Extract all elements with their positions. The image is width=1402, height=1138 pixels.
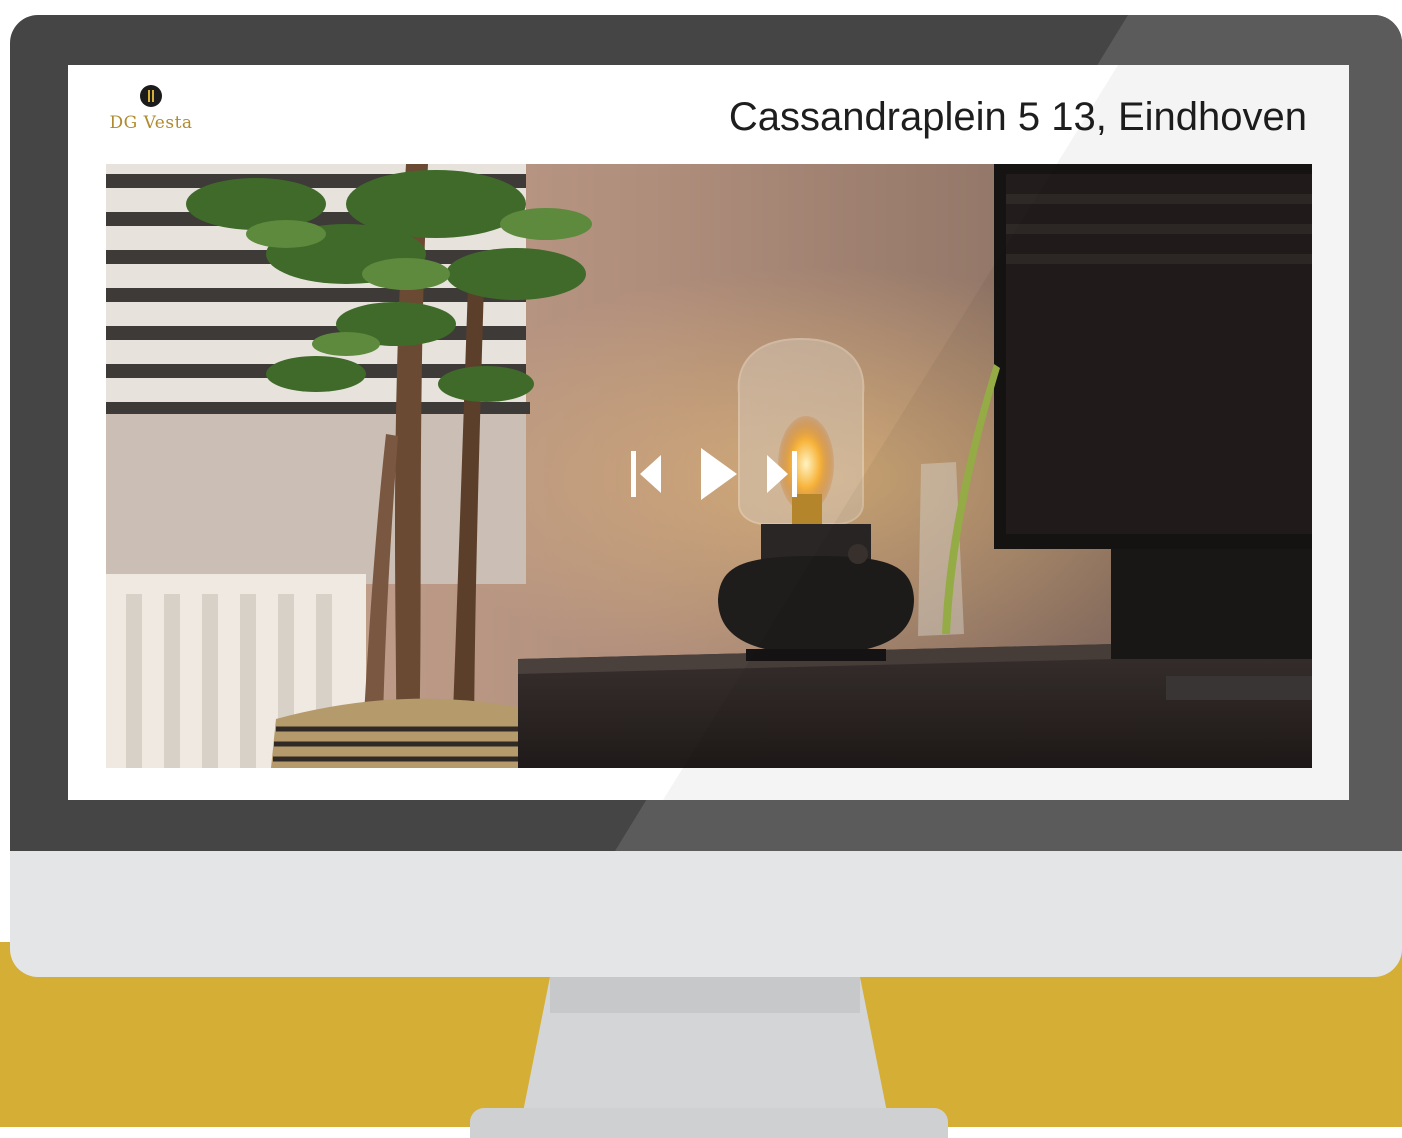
monitor-stand-shadow: [550, 977, 860, 1013]
play-icon[interactable]: [701, 448, 737, 500]
skip-previous-icon[interactable]: [631, 451, 671, 497]
dg-vesta-logo-icon: [140, 85, 162, 107]
skip-next-icon[interactable]: [767, 451, 807, 497]
monitor-screen: DG Vesta Cassandraplein 5 13, Eindhoven: [68, 65, 1349, 800]
slideshow-controls: [631, 446, 807, 502]
listing-address: Cassandraplein 5 13, Eindhoven: [728, 95, 1307, 139]
brand-name: DG Vesta: [109, 113, 193, 133]
monitor-stand-foot: [470, 1108, 948, 1138]
property-photo-slideshow[interactable]: [106, 164, 1312, 768]
monitor-chin: [10, 851, 1402, 977]
brand-logo[interactable]: DG Vesta: [91, 85, 211, 133]
